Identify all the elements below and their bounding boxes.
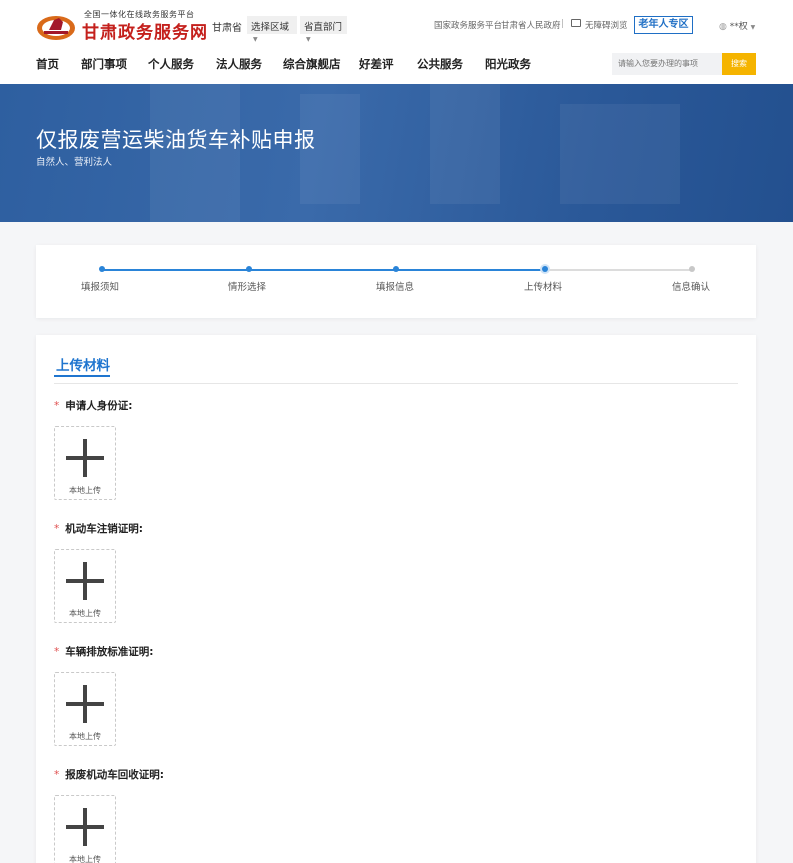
region-select[interactable]: 选择区域 ▼ — [247, 16, 297, 43]
upload-label: 本地上传 — [69, 609, 101, 618]
logo-icon[interactable] — [36, 8, 76, 42]
upload-button-deregistration[interactable]: 本地上传 — [54, 549, 116, 623]
section-tab-indicator — [54, 375, 110, 377]
step-dot-current — [542, 266, 548, 272]
page-title: 仅报废营运柴油货车补贴申报 — [36, 128, 316, 152]
upload-button-recycling-certificate[interactable]: 本地上传 — [54, 795, 116, 863]
upload-label: 本地上传 — [69, 486, 101, 495]
nav-item-transparency[interactable]: 阳光政务 — [485, 56, 531, 72]
department-select-label: 省直部门 — [304, 22, 343, 33]
field-label-text: 机动车注销证明: — [65, 523, 143, 535]
required-marker: * — [54, 646, 60, 658]
department-select[interactable]: 省直部门 ▼ — [300, 16, 347, 43]
field-label-recycling-certificate: * 报废机动车回收证明: — [54, 767, 164, 782]
step-label: 信息确认 — [671, 282, 711, 293]
accessibility-icon — [571, 19, 581, 27]
field-label-emission-standard: * 车辆排放标准证明: — [54, 644, 153, 659]
nav-item-review[interactable]: 好差评 — [359, 56, 394, 72]
link-national-platform[interactable]: 国家政务服务平台 — [434, 19, 502, 31]
banner-decoration — [430, 84, 500, 204]
page: 全国一体化在线政务服务平台 甘肃政务服务网 甘肃省 选择区域▼ 省直部门▼ 国家… — [0, 0, 793, 863]
link-separator: | — [561, 19, 564, 29]
field-label-text: 申请人身份证: — [65, 400, 133, 412]
page-subtitle: 自然人、营利法人 — [36, 157, 113, 168]
nav-item-personal[interactable]: 个人服务 — [148, 56, 194, 72]
step-line-done — [102, 269, 544, 271]
province-label: 甘肃省 — [212, 23, 242, 34]
user-name: **权 — [729, 22, 748, 32]
step-label: 填报信息 — [375, 282, 415, 293]
step-dot — [689, 266, 695, 272]
required-marker: * — [54, 523, 60, 535]
required-marker: * — [54, 400, 60, 412]
field-label-deregistration: * 机动车注销证明: — [54, 521, 143, 536]
required-marker: * — [54, 769, 60, 781]
step-label-current: 上传材料 — [523, 282, 563, 293]
header: 全国一体化在线政务服务平台 甘肃政务服务网 甘肃省 选择区域▼ 省直部门▼ 国家… — [0, 0, 793, 84]
site-title[interactable]: 甘肃政务服务网 — [82, 18, 208, 43]
upload-materials-panel: 上传材料 * 申请人身份证: 本地上传 * 机动车注销证明: 本地上传 * 车辆排放标… — [36, 335, 756, 863]
link-provincial-government[interactable]: 甘肃省人民政府 — [501, 19, 561, 31]
step-dot — [99, 266, 105, 272]
upload-button-emission-standard[interactable]: 本地上传 — [54, 672, 116, 746]
search-input[interactable] — [612, 53, 722, 75]
globe-icon: ◍ — [719, 22, 727, 32]
nav-item-public[interactable]: 公共服务 — [417, 56, 463, 72]
elder-mode-button[interactable]: 老年人专区 — [634, 16, 693, 34]
upload-button-id-card[interactable]: 本地上传 — [54, 426, 116, 500]
divider — [54, 383, 738, 384]
step-dot — [246, 266, 252, 272]
banner-decoration — [560, 104, 680, 204]
field-label-text: 报废机动车回收证明: — [65, 769, 164, 781]
banner: 仅报废营运柴油货车补贴申报 自然人、营利法人 — [0, 84, 793, 222]
step-label: 情形选择 — [227, 282, 267, 293]
nav-item-flagship[interactable]: 综合旗舰店 — [283, 56, 341, 72]
field-label-id-card: * 申请人身份证: — [54, 398, 132, 413]
step-line-todo — [544, 269, 692, 271]
search-button[interactable]: 搜索 — [722, 53, 756, 75]
nav-item-legal-person[interactable]: 法人服务 — [216, 56, 262, 72]
user-menu[interactable]: ◍ **权 ▼ — [719, 19, 755, 32]
progress-steps: 填报须知 情形选择 填报信息 上传材料 信息确认 — [36, 245, 756, 318]
upload-label: 本地上传 — [69, 732, 101, 741]
chevron-down-icon: ▼ — [306, 36, 311, 43]
upload-label: 本地上传 — [69, 855, 101, 863]
step-dot — [393, 266, 399, 272]
section-title: 上传材料 — [56, 358, 110, 374]
field-label-text: 车辆排放标准证明: — [65, 646, 154, 658]
nav-item-home[interactable]: 首页 — [36, 56, 59, 72]
region-select-label: 选择区域 — [251, 22, 290, 33]
step-label: 填报须知 — [80, 282, 120, 293]
accessibility-link[interactable]: 无障碍浏览 — [585, 19, 628, 31]
chevron-down-icon: ▼ — [750, 24, 756, 31]
nav-item-departments[interactable]: 部门事项 — [81, 56, 127, 72]
chevron-down-icon: ▼ — [253, 36, 258, 43]
